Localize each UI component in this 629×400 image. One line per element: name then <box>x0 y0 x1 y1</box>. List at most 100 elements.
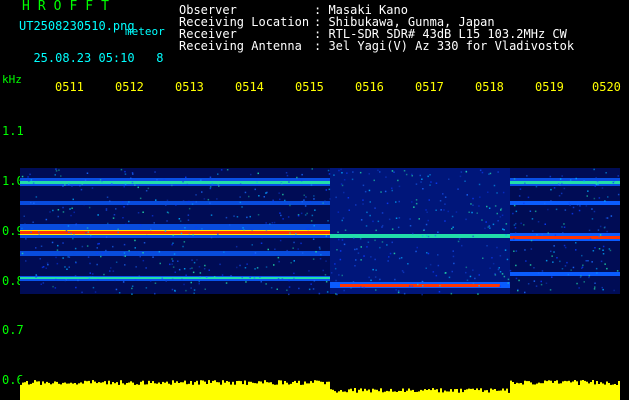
noise-dot <box>269 223 271 225</box>
power-bar-gap <box>392 376 394 392</box>
noise-dot <box>72 198 74 201</box>
power-bar-gap <box>586 376 588 382</box>
noise-dot <box>444 196 447 198</box>
noise-dot <box>547 232 549 234</box>
power-bar-gap <box>94 376 96 382</box>
power-bar-gap <box>50 376 52 385</box>
noise-dot <box>253 253 255 256</box>
noise-dot <box>334 267 337 270</box>
x-tick-0512: 0512 <box>115 80 144 94</box>
noise-dot <box>422 285 424 287</box>
noise-dot <box>452 226 454 228</box>
power-bar-gap <box>606 376 608 382</box>
power-bar-gap <box>360 376 362 389</box>
signal-line <box>20 201 330 205</box>
noise-dot <box>333 174 335 176</box>
noise-dot <box>292 247 294 249</box>
power-bar-gap <box>472 376 474 389</box>
noise-dot <box>435 182 438 184</box>
noise-dot <box>469 275 472 278</box>
noise-dot <box>68 256 71 258</box>
power-bar-gap <box>32 376 34 383</box>
noise-dot <box>293 260 295 262</box>
noise-dot <box>553 251 555 253</box>
noise-dot <box>379 246 381 249</box>
noise-dot <box>444 203 446 205</box>
power-bar-gap <box>334 376 336 392</box>
noise-dot <box>122 201 124 203</box>
noise-dot <box>143 242 146 244</box>
noise-dot <box>606 230 608 233</box>
app-title: HROFFT <box>22 0 117 14</box>
noise-patch <box>330 168 510 294</box>
noise-dot <box>199 272 202 274</box>
noise-dot <box>117 228 119 230</box>
power-bar-gap <box>208 376 210 381</box>
power-bar-gap <box>588 376 590 384</box>
noise-dot <box>166 199 169 202</box>
power-bar-gap <box>604 376 606 385</box>
noise-dot <box>244 267 247 269</box>
noise-dot <box>343 191 345 194</box>
noise-dot <box>360 259 362 261</box>
noise-dot <box>181 278 183 281</box>
noise-dot <box>35 196 38 198</box>
noise-dot <box>131 285 134 287</box>
noise-dot <box>325 260 327 262</box>
noise-dot <box>397 179 399 182</box>
noise-dot <box>142 259 145 262</box>
noise-dot <box>556 257 558 259</box>
power-bar-gap <box>558 376 560 384</box>
noise-dot <box>297 248 299 250</box>
power-bar-gap <box>430 376 432 391</box>
power-bar-gap <box>350 376 352 389</box>
noise-dot <box>128 201 130 203</box>
noise-dot <box>530 239 533 242</box>
noise-dot <box>226 169 229 171</box>
noise-dot <box>337 231 339 233</box>
noise-dot <box>185 274 187 276</box>
power-bar-gap <box>476 376 478 389</box>
noise-dot <box>391 228 394 230</box>
noise-dot <box>265 229 268 232</box>
noise-dot <box>250 173 252 176</box>
noise-dot <box>236 216 239 218</box>
noise-dot <box>464 180 466 182</box>
noise-dot <box>209 176 212 178</box>
noise-dot <box>330 272 333 274</box>
power-bar-gap <box>592 376 594 380</box>
noise-dot <box>613 179 616 182</box>
noise-dot <box>123 186 125 188</box>
power-bar-gap <box>608 376 610 383</box>
power-bar-gap <box>484 376 486 391</box>
noise-dot <box>253 277 256 279</box>
noise-dot <box>450 292 453 295</box>
noise-dot <box>313 198 315 200</box>
power-bar-gap <box>570 376 572 383</box>
power-bar-gap <box>584 376 586 381</box>
noise-dot <box>248 195 250 198</box>
noise-dot <box>235 245 238 248</box>
noise-dot <box>533 280 536 282</box>
power-bar-gap <box>196 376 198 381</box>
noise-dot <box>305 196 307 198</box>
noise-dot <box>282 193 284 196</box>
noise-dot <box>373 179 375 182</box>
noise-dot <box>39 258 41 260</box>
noise-dot <box>182 245 184 248</box>
power-bar-gap <box>132 376 134 383</box>
noise-dot <box>151 227 153 229</box>
noise-dot <box>425 209 427 211</box>
noise-dot <box>131 287 133 290</box>
power-bar-gap <box>204 376 206 382</box>
noise-dot <box>246 263 248 265</box>
power-bar-gap <box>260 376 262 382</box>
noise-dot <box>56 262 59 265</box>
noise-dot <box>501 214 504 216</box>
noise-dot <box>557 183 560 185</box>
noise-dot <box>165 280 167 282</box>
noise-dot <box>411 201 413 203</box>
noise-dot <box>575 249 577 251</box>
power-bar-gap <box>68 376 70 384</box>
noise-dot <box>179 220 182 222</box>
